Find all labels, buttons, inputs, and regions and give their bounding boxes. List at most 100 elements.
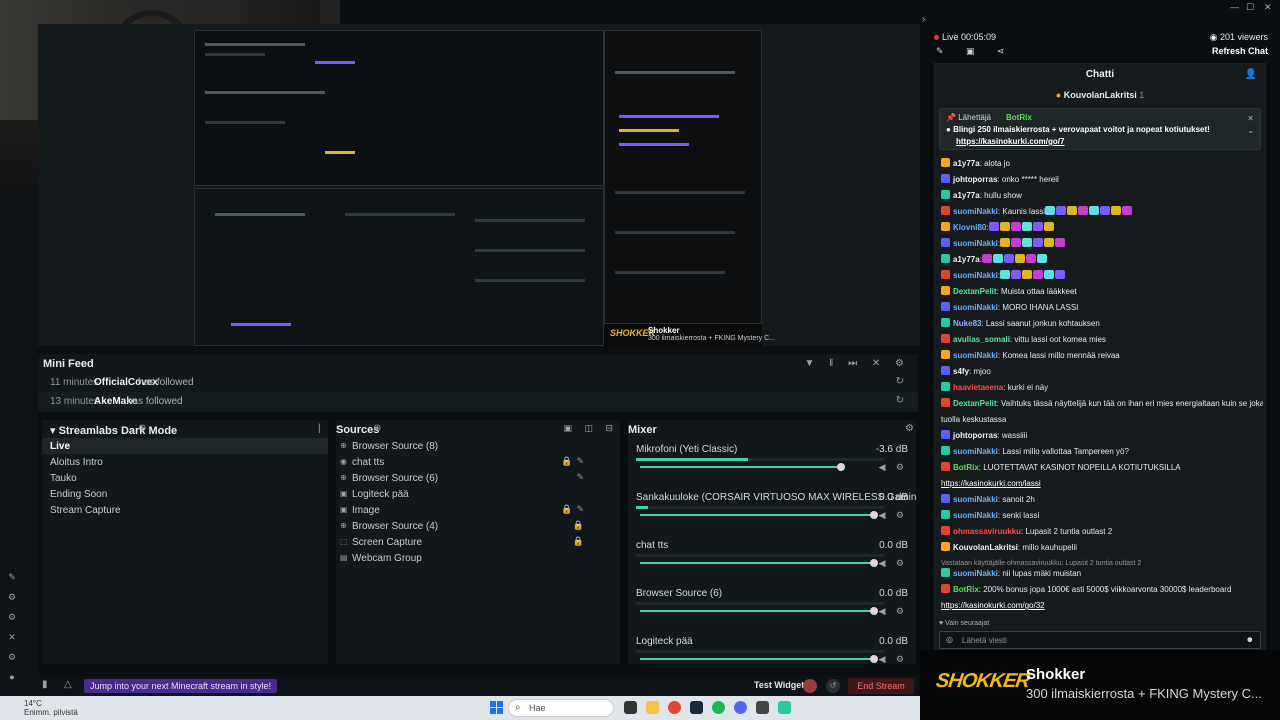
scene-item[interactable]: Tauko xyxy=(42,470,328,486)
chat-message[interactable]: avulias_somali: vittu lassi oot komea mi… xyxy=(941,334,1263,345)
scene-item[interactable]: Live xyxy=(42,438,328,454)
settings-icon[interactable]: ⚙ xyxy=(7,652,17,662)
chat-username[interactable]: suomiNakki xyxy=(953,303,998,312)
layout-icon[interactable]: ⚙ xyxy=(7,592,17,602)
chat-message[interactable]: Klovni80: xyxy=(941,222,1263,233)
profile-icon[interactable]: ● xyxy=(7,672,17,682)
chat-users-icon[interactable]: 👤 xyxy=(1245,64,1257,86)
scene-transition-icon[interactable]: | xyxy=(318,423,321,434)
announcement-banner[interactable]: Jump into your next Minecraft stream in … xyxy=(84,679,278,693)
chat-username[interactable]: suomiNakki xyxy=(953,495,998,504)
replay-buffer-icon[interactable]: ↺ xyxy=(826,679,840,693)
lock-icon[interactable]: 🔒 xyxy=(573,520,588,531)
chat-username[interactable]: suomiNakki xyxy=(953,239,998,248)
volume-knob[interactable] xyxy=(837,463,846,471)
repeat-alert-icon[interactable]: ↻ xyxy=(896,395,904,406)
chat-message[interactable]: a1y77a: hullu show xyxy=(941,190,1263,201)
chat-username[interactable]: haavietaeena xyxy=(953,383,1003,392)
chat-username[interactable]: DextanPelit xyxy=(953,399,997,408)
chat-username[interactable]: suomiNakki xyxy=(953,271,998,280)
source-item[interactable]: ◉ chat tts 🔒✎ xyxy=(336,454,620,470)
collapse-chat-icon[interactable]: › xyxy=(922,14,925,25)
chat-link[interactable]: https://kasinokurki.com/lassi xyxy=(941,479,1041,488)
discord-icon[interactable] xyxy=(734,701,747,714)
emote-picker-icon[interactable]: ☻ xyxy=(1246,635,1254,644)
task-view-icon[interactable] xyxy=(624,701,637,714)
chat-message[interactable]: suomiNakki: nii lupas mäki muistan xyxy=(941,568,1263,579)
mute-settings-icons[interactable]: ◀ ⚙ xyxy=(879,654,909,664)
chat-message[interactable]: Nuke83: Lassi saanut jonkun kohtauksen xyxy=(941,318,1263,329)
themes-icon[interactable]: ⚙ xyxy=(7,612,17,622)
file-explorer-icon[interactable] xyxy=(646,701,659,714)
chat-username[interactable]: BotRix xyxy=(953,463,979,472)
chat-message[interactable]: KouvolanLakritsi: millo kauhupelii xyxy=(941,542,1263,553)
mute-settings-icons[interactable]: ◀ ⚙ xyxy=(879,558,909,569)
chat-message[interactable]: suomiNakki: Komea lassi millo mennää rei… xyxy=(941,350,1263,361)
mixer-settings-icon[interactable]: ⚙ xyxy=(905,423,914,434)
volume-slider[interactable] xyxy=(640,466,842,468)
chat-username[interactable]: suomiNakki xyxy=(953,351,998,360)
chat-username[interactable]: a1y77a xyxy=(953,191,980,200)
source-item[interactable]: ▣ Image 🔒✎ xyxy=(336,502,620,518)
mute-settings-icons[interactable]: ◀ ⚙ xyxy=(879,510,909,521)
chat-username[interactable]: ohmassaviruukku xyxy=(953,527,1021,536)
refresh-chat-button[interactable]: Refresh Chat xyxy=(1212,46,1268,56)
lock-visibility-icons[interactable]: 🔒✎ xyxy=(561,504,588,515)
chat-message[interactable]: johtoporras: wassiiii xyxy=(941,430,1263,441)
mute-settings-icons[interactable]: ◀ ⚙ xyxy=(879,462,909,473)
repeat-alert-icon[interactable]: ↻ xyxy=(896,376,904,387)
chat-message[interactable]: suomiNakki: xyxy=(941,270,1263,281)
volume-slider[interactable] xyxy=(640,658,874,660)
chat-username[interactable]: s4fy xyxy=(953,367,969,376)
chat-username[interactable]: suomiNakki xyxy=(953,511,998,520)
source-item[interactable]: ⬚ Screen Capture 🔒 xyxy=(336,534,620,550)
pinned-message[interactable]: 📌 Lähettäjä BotRix ● Blingi 250 ilmaiski… xyxy=(939,108,1261,150)
editor-icon[interactable]: ✎ xyxy=(7,572,17,582)
chat-message[interactable]: s4fy: mjoo xyxy=(941,366,1263,377)
add-scene-collection-icon[interactable]: ⊕ xyxy=(138,423,146,434)
chat-username[interactable]: a1y77a xyxy=(953,255,980,264)
chat-message[interactable]: tuolla keskustassa xyxy=(941,414,1263,425)
chat-username[interactable]: a1y77a xyxy=(953,159,980,168)
end-stream-button[interactable]: End Stream xyxy=(848,678,914,694)
chat-message[interactable]: a1y77a: alota jo xyxy=(941,158,1263,169)
chat-message[interactable]: a1y77a: xyxy=(941,254,1263,265)
chat-message[interactable]: suomiNakki: senki lassi xyxy=(941,510,1263,521)
browser-icon[interactable] xyxy=(668,701,681,714)
chat-message[interactable]: suomiNakki: Lassi millo vallottaa Tamper… xyxy=(941,446,1263,457)
mini-feed-controls[interactable]: ▼ ‖ ⏭ ✕ ⚙ xyxy=(805,358,911,369)
volume-knob[interactable] xyxy=(870,511,878,519)
chat-message[interactable]: ohmassaviruukku: Lupasit 2 tuntia outlas… xyxy=(941,526,1263,537)
source-toolbar-icons[interactable]: ▣ ◫ ⊟ xyxy=(563,423,618,434)
mute-settings-icons[interactable]: ◀ ⚙ xyxy=(879,606,909,617)
windows-start-icon[interactable] xyxy=(490,701,504,715)
chat-message[interactable]: suomiNakki: Kaunis lassi xyxy=(941,206,1263,217)
chat-message[interactable]: https://kasinokurki.com/go/32 xyxy=(941,600,1263,611)
chat-message[interactable]: suomiNakki: sanoit 2h xyxy=(941,494,1263,505)
chat-username[interactable]: johtoporras xyxy=(953,175,997,184)
chat-tools-icons[interactable]: ✎ ▣ ⋖ xyxy=(936,46,1015,57)
lock-visibility-icons[interactable]: 🔒✎ xyxy=(561,456,588,467)
add-source-icon[interactable]: ⊕ xyxy=(373,423,381,434)
chat-username[interactable]: suomiNakki xyxy=(953,569,998,578)
volume-slider[interactable] xyxy=(640,610,874,612)
chat-link[interactable]: https://kasinokurki.com/go/32 xyxy=(941,601,1045,610)
source-item[interactable]: ⊕ Browser Source (6) ✎ xyxy=(336,470,620,486)
record-button[interactable] xyxy=(803,679,817,693)
chat-message[interactable]: DextanPelit: Muista ottaa lääkkeet xyxy=(941,286,1263,297)
chat-username[interactable]: suomiNakki xyxy=(953,207,998,216)
chat-username[interactable]: Klovni80 xyxy=(953,223,986,232)
chat-message[interactable]: suomiNakki: xyxy=(941,238,1263,249)
lock-icon[interactable]: 🔒 xyxy=(573,536,588,547)
source-item[interactable]: ▤ Webcam Group xyxy=(336,550,620,566)
stream-preview[interactable]: SHOKKER Shokker 300 ilmaiskierrosta + FK… xyxy=(38,24,922,346)
chat-input[interactable]: ◎ Lähetä viesti ☻ xyxy=(939,631,1261,649)
performance-icon[interactable]: ▮ xyxy=(42,679,48,690)
spotify-icon[interactable] xyxy=(712,701,725,714)
weather-widget[interactable]: 14°C Enimm. pilvistä xyxy=(24,699,78,717)
chat-message[interactable]: DextanPelit: Vaihtuks tässä näyttelijä k… xyxy=(941,398,1263,409)
chat-username[interactable]: johtoporras xyxy=(953,431,997,440)
gift-icon[interactable]: ◎ xyxy=(946,635,953,644)
app-icon[interactable] xyxy=(756,701,769,714)
close-icon[interactable]: ✕ xyxy=(1264,2,1272,13)
